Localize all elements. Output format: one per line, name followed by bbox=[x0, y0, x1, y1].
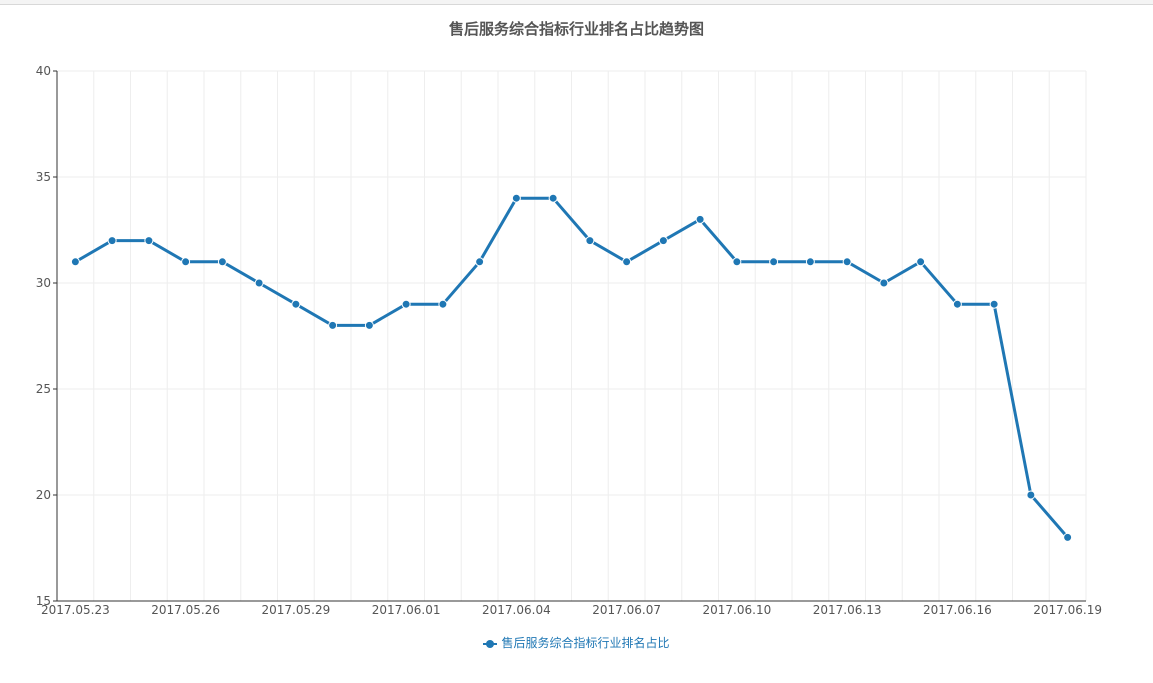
tick-labels: 1520253035402017.05.23 2017.05.26 2017.05.… bbox=[36, 64, 1102, 617]
data-point[interactable] bbox=[879, 278, 889, 288]
x-tick-label: 2017.06.10 bbox=[703, 603, 772, 617]
x-tick-label: 2017.06.04 bbox=[482, 603, 551, 617]
data-point[interactable] bbox=[916, 257, 926, 267]
x-tick-label: 2017.06.07 bbox=[592, 603, 661, 617]
data-point[interactable] bbox=[438, 299, 448, 309]
data-point[interactable] bbox=[548, 193, 558, 203]
x-tick-label: 2017.05.26 bbox=[151, 603, 220, 617]
data-point[interactable] bbox=[732, 257, 742, 267]
data-point[interactable] bbox=[70, 257, 80, 267]
data-point[interactable] bbox=[952, 299, 962, 309]
data-point[interactable] bbox=[842, 257, 852, 267]
data-point[interactable] bbox=[328, 320, 338, 330]
legend[interactable]: 售后服务综合指标行业排名占比 bbox=[0, 634, 1153, 651]
axes bbox=[53, 70, 1086, 602]
data-point[interactable] bbox=[217, 257, 227, 267]
x-tick-label: 2017.06.13 bbox=[813, 603, 882, 617]
data-point[interactable] bbox=[291, 299, 301, 309]
data-point[interactable] bbox=[1063, 532, 1073, 542]
data-point[interactable] bbox=[585, 236, 595, 246]
data-point[interactable] bbox=[107, 236, 117, 246]
data-point[interactable] bbox=[181, 257, 191, 267]
y-tick-label: 20 bbox=[36, 488, 51, 502]
data-point[interactable] bbox=[1026, 490, 1036, 500]
y-tick-label: 30 bbox=[36, 276, 51, 290]
x-tick-label: 2017.05.29 bbox=[262, 603, 331, 617]
y-tick-label: 25 bbox=[36, 382, 51, 396]
legend-swatch bbox=[483, 639, 498, 648]
data-point[interactable] bbox=[695, 214, 705, 224]
data-point[interactable] bbox=[144, 236, 154, 246]
data-point[interactable] bbox=[622, 257, 632, 267]
line-chart: 1520253035402017.05.23 2017.05.26 2017.05.… bbox=[36, 64, 1102, 617]
x-tick-label: 2017.05.23 bbox=[41, 603, 110, 617]
x-tick-label: 2017.06.19 bbox=[1033, 603, 1102, 617]
data-point[interactable] bbox=[401, 299, 411, 309]
data-point[interactable] bbox=[769, 257, 779, 267]
y-tick-label: 35 bbox=[36, 170, 51, 184]
data-point[interactable] bbox=[254, 278, 264, 288]
grid-lines bbox=[56, 70, 1087, 602]
legend-label: 售后服务综合指标行业排名占比 bbox=[501, 636, 670, 650]
data-point[interactable] bbox=[805, 257, 815, 267]
data-point[interactable] bbox=[511, 193, 521, 203]
data-point[interactable] bbox=[658, 236, 668, 246]
x-tick-label: 2017.06.16 bbox=[923, 603, 992, 617]
data-point[interactable] bbox=[364, 320, 374, 330]
x-tick-label: 2017.06.01 bbox=[372, 603, 441, 617]
y-tick-label: 40 bbox=[36, 64, 51, 78]
data-point[interactable] bbox=[475, 257, 485, 267]
data-point[interactable] bbox=[989, 299, 999, 309]
